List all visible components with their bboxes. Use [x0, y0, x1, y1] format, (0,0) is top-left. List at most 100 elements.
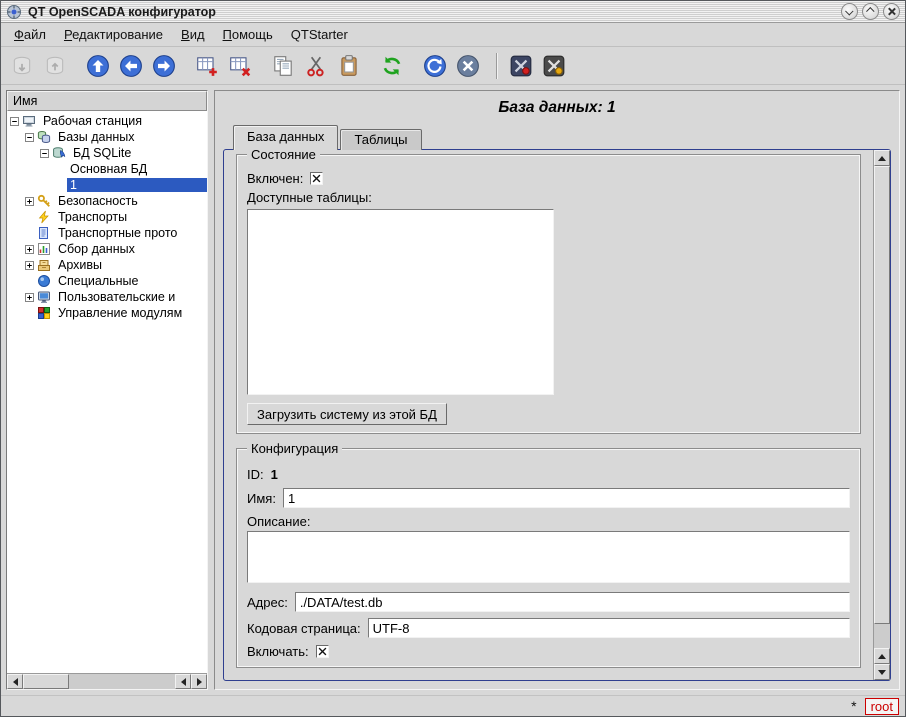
enable-checkbox[interactable] [316, 645, 329, 658]
menu-qtstarter[interactable]: QTStarter [282, 24, 357, 45]
tree-item-label: Транспорты [55, 210, 130, 224]
paste-button[interactable] [334, 51, 364, 81]
tree-item-transport-protocols[interactable]: Транспортные прото [7, 225, 207, 241]
codepage-label: Кодовая страница: [247, 621, 361, 636]
enabled-checkbox[interactable] [310, 172, 323, 185]
scroll-left-button[interactable] [7, 674, 23, 689]
vertical-scrollbar [873, 150, 890, 680]
stop-circle-icon [456, 54, 480, 78]
paste-icon [337, 54, 361, 78]
tree-item-user-interfaces[interactable]: Пользовательские и [7, 289, 207, 305]
maximize-button[interactable] [862, 3, 879, 20]
titlebar[interactable]: QT OpenSCADA конфигуратор [1, 1, 905, 23]
menu-view[interactable]: Вид [172, 24, 214, 45]
menu-help[interactable]: Помощь [214, 24, 282, 45]
scroll-left-button-2[interactable] [175, 674, 191, 689]
available-tables-label: Доступные таблицы: [247, 190, 372, 205]
description-textarea[interactable] [247, 531, 850, 583]
tools-yellow-icon [542, 54, 566, 78]
tree-item-label: Управление модулям [55, 306, 185, 320]
arrow-right-circle-icon [152, 54, 176, 78]
up-button[interactable] [83, 51, 113, 81]
tree-item-module-management[interactable]: Управление модулям [7, 305, 207, 321]
qtstarter-config-button[interactable] [506, 51, 536, 81]
tree-item-security[interactable]: Безопасность [7, 193, 207, 209]
close-button[interactable] [883, 3, 900, 20]
shade-button[interactable] [841, 3, 858, 20]
tab-db[interactable]: База данных [233, 125, 338, 150]
menubar: ФайлРедактированиеВидПомощьQTStarter [1, 23, 905, 47]
tree-item-label: Архивы [55, 258, 105, 272]
expand-icon[interactable] [25, 245, 34, 254]
tab-tables[interactable]: Таблицы [340, 129, 421, 150]
tree-item-archives[interactable]: Архивы [7, 257, 207, 273]
scroll-track[interactable] [874, 166, 890, 648]
address-input[interactable] [295, 592, 850, 612]
tree-item-special[interactable]: Специальные [7, 273, 207, 289]
db-load-icon [10, 54, 34, 78]
qtstarter-vision-button[interactable] [539, 51, 569, 81]
tables-listbox[interactable] [247, 209, 554, 395]
start-update-button[interactable] [420, 51, 450, 81]
tree-item-databases[interactable]: Базы данных [7, 129, 207, 145]
tree-item-main-db[interactable]: Основная БД [7, 161, 207, 177]
cut-button[interactable] [301, 51, 331, 81]
db-save-icon [43, 54, 67, 78]
tree-item-db-sqlite[interactable]: БД SQLite [7, 145, 207, 161]
daq-icon [37, 242, 52, 256]
copy-button[interactable] [268, 51, 298, 81]
save-to-db-button[interactable] [40, 51, 70, 81]
copy-icon [271, 54, 295, 78]
codepage-input[interactable] [368, 618, 850, 638]
delete-item-button[interactable] [225, 51, 255, 81]
menu-edit[interactable]: Редактирование [55, 24, 172, 45]
tree-item-workstation[interactable]: Рабочая станция [7, 113, 207, 129]
tree-item-label: Рабочая станция [40, 114, 145, 128]
table-add-icon [195, 54, 219, 78]
refresh-icon [380, 54, 404, 78]
back-button[interactable] [116, 51, 146, 81]
expand-icon[interactable] [25, 197, 34, 206]
user-badge[interactable]: root [865, 698, 899, 715]
tree-item-label: Специальные [55, 274, 142, 288]
collapse-icon[interactable] [40, 149, 49, 158]
tab-pane: Состояние Включен: Доступные таблицы: За… [223, 149, 891, 681]
chevron-up-icon [866, 7, 874, 15]
menu-file[interactable]: Файл [5, 24, 55, 45]
address-label: Адрес: [247, 595, 288, 610]
expand-icon[interactable] [25, 261, 34, 270]
scroll-thumb[interactable] [23, 674, 69, 689]
enabled-label: Включен: [247, 171, 303, 186]
arrow-left-icon [13, 678, 18, 686]
scroll-down-button[interactable] [874, 664, 890, 680]
collapse-icon[interactable] [10, 117, 19, 126]
load-system-button[interactable]: Загрузить систему из этой БД [247, 403, 447, 425]
expand-icon[interactable] [25, 293, 34, 302]
arrow-left-circle-icon [119, 54, 143, 78]
tree-item-transports[interactable]: Транспорты [7, 209, 207, 225]
name-input[interactable] [283, 488, 850, 508]
scroll-up-button-2[interactable] [874, 648, 890, 664]
collapse-icon[interactable] [25, 133, 34, 142]
chevron-down-icon [845, 7, 853, 15]
toolbar [1, 47, 905, 85]
add-item-button[interactable] [192, 51, 222, 81]
refresh-button[interactable] [377, 51, 407, 81]
arrow-up-icon [878, 156, 886, 161]
tree-column-header[interactable]: Имя [7, 91, 207, 111]
load-from-db-button[interactable] [7, 51, 37, 81]
stop-update-button[interactable] [453, 51, 483, 81]
tree-item-db-1[interactable]: 1 [7, 177, 207, 193]
tree-item-label: БД SQLite [70, 146, 134, 160]
tree-item-label: Пользовательские и [55, 290, 178, 304]
modules-icon [37, 306, 52, 320]
tree-item-daq[interactable]: Сбор данных [7, 241, 207, 257]
scroll-right-button[interactable] [191, 674, 207, 689]
scroll-up-button[interactable] [874, 150, 890, 166]
scroll-thumb[interactable] [874, 166, 890, 624]
forward-button[interactable] [149, 51, 179, 81]
archive-icon [37, 258, 52, 272]
scroll-track[interactable] [23, 674, 175, 689]
toolbar-separator [496, 53, 498, 79]
main-panel: База данных: 1 База данныхТаблицы Состоя… [214, 90, 900, 690]
